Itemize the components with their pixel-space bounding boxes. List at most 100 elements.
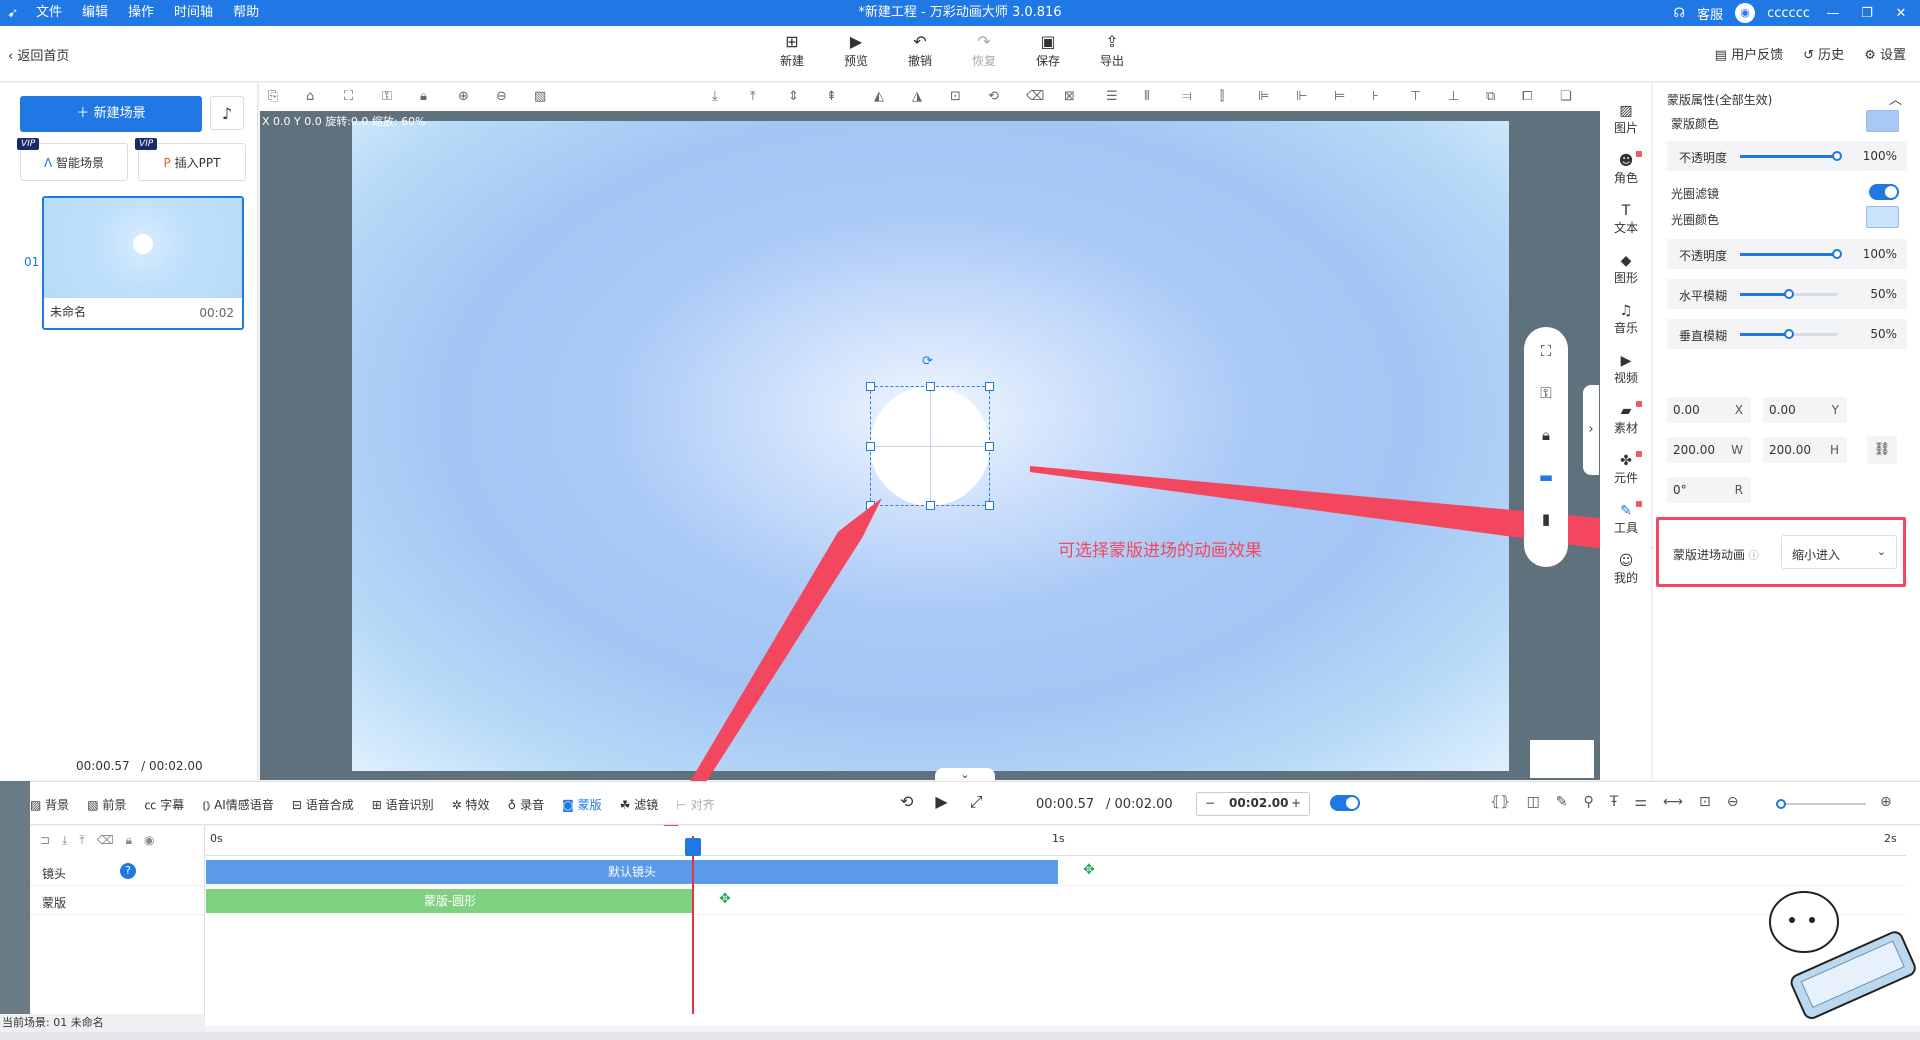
unlock-all-icon[interactable]: ⚿ xyxy=(382,89,392,104)
width-input[interactable]: 200.00 W xyxy=(1667,437,1751,463)
duplicate-icon[interactable]: ❏ xyxy=(1560,89,1572,104)
resize-handle-n[interactable] xyxy=(926,382,935,391)
halo-color-swatch[interactable] xyxy=(1866,206,1899,228)
sidebar-item-video[interactable]: ▶ 视频 xyxy=(1600,353,1652,386)
close-button[interactable]: ✕ xyxy=(1890,6,1912,21)
expand-panel-chevron-icon[interactable]: › xyxy=(1583,385,1599,475)
timeline-zoom-slider[interactable] xyxy=(1776,799,1866,809)
flip-horizontal-icon[interactable]: ◭ xyxy=(874,89,884,104)
rotate-icon[interactable]: ⟲ xyxy=(988,89,999,104)
playhead-handle[interactable] xyxy=(685,838,701,856)
same-width-icon[interactable]: ⊨ xyxy=(1334,89,1345,104)
redo-button[interactable]: ↷ 恢复 xyxy=(952,32,1016,69)
track-row-mask[interactable]: 蒙版 蒙版-圆形 ✥ xyxy=(30,887,1906,915)
feedback-button[interactable]: ▤ 用户反馈 xyxy=(1715,44,1783,63)
camera-icon[interactable]: ◫ xyxy=(1527,794,1540,810)
music-note-icon[interactable]: ♪ xyxy=(210,96,244,130)
lock-element-icon[interactable]: ⊡ xyxy=(950,89,961,104)
adjust-icon[interactable]: ⚌ xyxy=(1634,794,1647,810)
keyframe-add-icon[interactable]: ✥ xyxy=(1082,863,1096,877)
fullscreen-icon[interactable]: ⤢ xyxy=(970,792,983,812)
slider-knob[interactable] xyxy=(1832,249,1842,259)
timeline-toggle[interactable] xyxy=(1330,795,1360,811)
customer-service-link[interactable]: 客服 xyxy=(1697,4,1723,23)
format-painter-icon[interactable]: ⎘ xyxy=(268,89,278,104)
move-up-icon[interactable]: ⤒ xyxy=(79,833,84,848)
resize-handle-w[interactable] xyxy=(866,442,875,451)
history-button[interactable]: ↺ 历史 xyxy=(1803,44,1844,63)
align-baseline-icon[interactable]: ⇞ xyxy=(826,89,837,104)
mask-entry-animation-select[interactable]: 缩小进入 ⌄ xyxy=(1781,535,1897,569)
distribute-h-icon[interactable]: ☰ xyxy=(1106,89,1118,104)
resize-handle-e[interactable] xyxy=(985,442,994,451)
back-home-button[interactable]: ‹ 返回首页 xyxy=(8,45,69,64)
slider-knob[interactable] xyxy=(1776,799,1786,809)
halo-opacity-slider[interactable] xyxy=(1740,249,1842,259)
group-icon[interactable]: ⊠ xyxy=(1064,89,1075,104)
aspect-lock-icon[interactable]: ⛓ xyxy=(1867,436,1897,464)
fit-timeline-icon[interactable]: ⟷ xyxy=(1663,794,1683,810)
edit-icon[interactable]: ✎ xyxy=(1556,794,1568,810)
fit-screen-icon[interactable]: ⛶ xyxy=(344,89,353,104)
undo-button[interactable]: ↶ 撤销 xyxy=(888,32,952,69)
zoom-out-icon[interactable]: ⊖ xyxy=(1727,794,1739,810)
sidebar-item-shape[interactable]: ◆ 图形 xyxy=(1600,253,1652,286)
tab-ai-voice[interactable]: ⦅⦆ AI情感语音 xyxy=(202,796,274,813)
track-row-camera[interactable]: 镜头 ? 默认镜头 ✥ xyxy=(30,858,1906,886)
lock-icon[interactable]: 🔒︎ xyxy=(420,89,427,104)
new-button[interactable]: ⊞ 新建 xyxy=(760,32,824,69)
insert-ppt-button[interactable]: VIP P 插入PPT xyxy=(135,138,246,181)
resize-handle-ne[interactable] xyxy=(985,382,994,391)
fit-view-icon[interactable]: ⛶ xyxy=(1524,333,1568,369)
restore-button[interactable]: ❐ xyxy=(1856,6,1878,21)
align-right-icon[interactable]: ⊫ xyxy=(1258,89,1269,104)
headset-icon[interactable]: ☊ xyxy=(1674,6,1686,21)
username[interactable]: cccccc xyxy=(1767,6,1810,21)
halo-filter-toggle[interactable] xyxy=(1869,184,1899,200)
export-button[interactable]: ⇪ 导出 xyxy=(1080,32,1144,69)
sidebar-item-mine[interactable]: ☺ 我的 xyxy=(1600,553,1652,586)
mask-clip[interactable]: 蒙版-圆形 xyxy=(206,889,694,913)
resize-handle-se[interactable] xyxy=(985,501,994,510)
settings-button[interactable]: ⚙ 设置 xyxy=(1864,44,1906,63)
zoom-in-icon[interactable]: ⊕ xyxy=(458,89,469,104)
tab-foreground[interactable]: ▧ 前景 xyxy=(87,796,126,813)
plus-icon[interactable]: + xyxy=(1291,796,1301,810)
selection-box[interactable] xyxy=(870,386,990,506)
lock-icon[interactable]: 🔒︎ xyxy=(1524,417,1568,453)
tab-effects[interactable]: ✲ 特效 xyxy=(452,796,490,813)
tab-mask[interactable]: ◙ 蒙版 xyxy=(562,796,602,813)
align-bottom-icon[interactable]: ⤓ xyxy=(712,89,718,104)
vblur-slider[interactable] xyxy=(1740,329,1838,339)
height-input[interactable]: 200.00 H xyxy=(1763,437,1847,463)
time-ruler[interactable]: 0s 1s 2s xyxy=(206,826,1906,856)
minimize-button[interactable]: — xyxy=(1822,6,1844,21)
size-match-icon[interactable]: ⊤ xyxy=(1410,89,1421,104)
lock-icon[interactable]: 🔒︎ xyxy=(126,833,132,848)
home-icon[interactable]: ⌂ xyxy=(306,89,314,104)
distribute-v-icon[interactable]: ⦀ xyxy=(1144,89,1150,104)
flip-vertical-icon[interactable]: ◮ xyxy=(912,89,922,104)
spacing-icon[interactable]: ⊩ xyxy=(1296,89,1307,104)
sidebar-item-text[interactable]: T 文本 xyxy=(1600,203,1652,236)
snap-icon[interactable]: ⊥ xyxy=(1448,89,1459,104)
eye-icon[interactable]: ◉ xyxy=(144,833,154,848)
preview-button[interactable]: ▶ 预览 xyxy=(824,32,888,69)
hblur-slider[interactable] xyxy=(1740,289,1838,299)
move-down-icon[interactable]: ⤓ xyxy=(62,833,67,848)
slider-knob[interactable] xyxy=(1784,289,1794,299)
tab-background[interactable]: ▨ 背景 xyxy=(30,796,69,813)
tab-subtitle[interactable]: ㏄ 字幕 xyxy=(144,796,184,813)
tab-record[interactable]: ♁ 录音 xyxy=(508,796,545,813)
monitor-icon[interactable]: ▬ xyxy=(1524,459,1568,495)
keyframe-add-icon[interactable]: ✥ xyxy=(718,892,732,906)
sidebar-item-character[interactable]: ☻ 角色 xyxy=(1600,151,1652,186)
minus-icon[interactable]: − xyxy=(1205,796,1215,810)
align-center-icon[interactable]: ⫿ xyxy=(1220,89,1224,104)
layer-icon[interactable]: ▧ xyxy=(534,89,546,104)
duration-stepper[interactable]: − 00:02.00 + xyxy=(1196,792,1310,816)
slider-knob[interactable] xyxy=(1784,329,1794,339)
menu-help[interactable]: 帮助 xyxy=(223,0,269,26)
chevron-up-icon[interactable]: ︿ xyxy=(1889,89,1902,108)
trash-icon[interactable]: ⌫ xyxy=(97,833,114,848)
